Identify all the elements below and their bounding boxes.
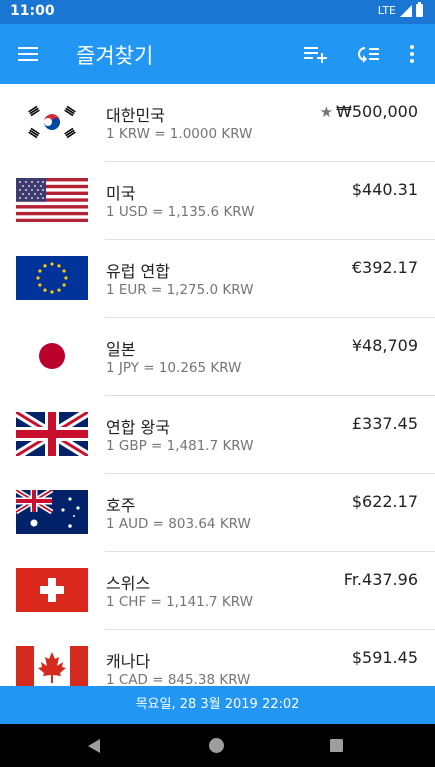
currency-row-eur[interactable]: 유럽 연합 1 EUR = 1,275.0 KRW €392.17	[0, 240, 435, 318]
kr-flag-icon	[16, 100, 88, 144]
status-bar: 11:00 LTE	[0, 0, 435, 24]
reorder-icon[interactable]	[352, 38, 384, 70]
currency-row-krw[interactable]: 대한민국 1 KRW = 1.0000 KRW ★ ₩500,000	[0, 84, 435, 162]
last-updated-bar: 목요일, 28 3월 2019 22:02	[0, 686, 435, 724]
exchange-rate: 1 EUR = 1,275.0 KRW	[106, 282, 254, 298]
converted-amount: $622.17	[351, 492, 418, 511]
currency-row-aud[interactable]: 호주 1 AUD = 803.64 KRW $622.17	[0, 474, 435, 552]
app-bar: 즐겨찾기	[0, 24, 435, 84]
currency-list: 대한민국 1 KRW = 1.0000 KRW ★ ₩500,000 미국 1 U…	[0, 84, 435, 686]
currency-row-cad[interactable]: 캐나다 1 CAD = 845.38 KRW $591.45	[0, 630, 435, 686]
exchange-rate: 1 CAD = 845.38 KRW	[106, 672, 251, 686]
ch-flag-icon	[16, 568, 88, 612]
country-name: 유럽 연합	[106, 262, 170, 281]
recents-icon[interactable]	[330, 739, 343, 752]
currency-row-jpy[interactable]: 일본 1 JPY = 10.265 KRW ¥48,709	[0, 318, 435, 396]
amount-value: ₩500,000	[336, 102, 418, 121]
exchange-rate: 1 CHF = 1,141.7 KRW	[106, 594, 253, 610]
battery-icon	[416, 2, 423, 17]
last-updated-text: 목요일, 28 3월 2019 22:02	[135, 697, 300, 712]
currency-row-chf[interactable]: 스위스 1 CHF = 1,141.7 KRW Fr.437.96	[0, 552, 435, 630]
back-icon[interactable]	[88, 739, 100, 753]
country-name: 미국	[106, 184, 136, 203]
converted-amount: $591.45	[351, 648, 418, 667]
currency-row-usd[interactable]: 미국 1 USD = 1,135.6 KRW $440.31	[0, 162, 435, 240]
network-type: LTE	[377, 4, 396, 17]
us-flag-icon	[16, 178, 88, 222]
currency-row-gbp[interactable]: 연합 왕국 1 GBP = 1,481.7 KRW £337.45	[0, 396, 435, 474]
eu-flag-icon	[16, 256, 88, 300]
country-name: 대한민국	[106, 106, 165, 125]
converted-amount: €392.17	[351, 258, 418, 277]
converted-amount: ¥48,709	[351, 336, 418, 355]
signal-icon	[400, 4, 412, 17]
country-name: 호주	[106, 496, 136, 515]
converted-amount: Fr.437.96	[343, 570, 418, 589]
system-nav-bar	[0, 724, 435, 767]
country-name: 스위스	[106, 574, 151, 593]
exchange-rate: 1 AUD = 803.64 KRW	[106, 516, 251, 532]
page-title: 즐겨찾기	[76, 44, 154, 68]
add-to-list-icon[interactable]	[300, 38, 332, 70]
home-icon[interactable]	[209, 738, 224, 753]
exchange-rate: 1 JPY = 10.265 KRW	[106, 360, 242, 376]
more-options-icon[interactable]	[400, 38, 424, 70]
converted-amount: £337.45	[351, 414, 418, 433]
status-indicators: LTE	[377, 2, 423, 17]
country-name: 캐나다	[106, 652, 151, 671]
country-name: 연합 왕국	[106, 418, 170, 437]
status-time: 11:00	[10, 3, 55, 19]
gb-flag-icon	[16, 412, 88, 456]
menu-icon[interactable]	[10, 36, 46, 72]
exchange-rate: 1 KRW = 1.0000 KRW	[106, 126, 253, 142]
exchange-rate: 1 USD = 1,135.6 KRW	[106, 204, 255, 220]
au-flag-icon	[16, 490, 88, 534]
jp-flag-icon	[16, 334, 88, 378]
country-name: 일본	[106, 340, 136, 359]
ca-flag-icon	[16, 646, 88, 686]
converted-amount: $440.31	[351, 180, 418, 199]
star-icon: ★	[319, 103, 334, 121]
exchange-rate: 1 GBP = 1,481.7 KRW	[106, 438, 254, 454]
converted-amount: ★ ₩500,000	[320, 102, 418, 121]
